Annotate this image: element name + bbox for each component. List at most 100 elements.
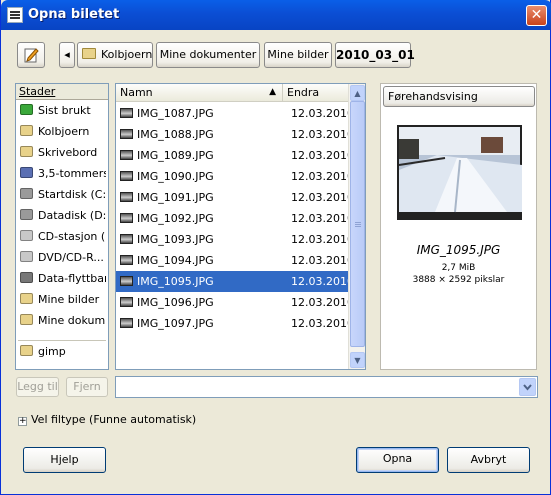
file-date: 12.03.2010 — [291, 254, 354, 267]
sidebar-item-sist-brukt[interactable]: Sist brukt — [20, 101, 106, 121]
image-thumbnail-icon — [120, 213, 133, 223]
file-date: 12.03.2010 — [291, 170, 354, 183]
cancel-button[interactable]: Avbryt — [447, 447, 530, 473]
path-button-mine-dokumenter[interactable]: Mine dokumenter — [156, 42, 260, 68]
sidebar-item-startdisk-c[interactable]: Startdisk (C:) — [20, 185, 106, 205]
sidebar-item-skrivebord[interactable]: Skrivebord — [20, 143, 106, 163]
expand-plus-icon: + — [18, 416, 27, 426]
back-arrow-icon: ◂ — [64, 48, 70, 61]
file-date: 12.03.2010 — [291, 149, 354, 162]
sidebar-item-3-5-tommers[interactable]: 3,5-tommers ... — [20, 164, 106, 184]
table-row[interactable]: IMG_1097.JPG 12.03.2010 — [116, 313, 354, 334]
preview-filesize: 2,7 MiB — [441, 263, 476, 273]
sort-ascending-icon: ▲ — [269, 87, 276, 97]
file-name: IMG_1093.JPG — [137, 233, 214, 246]
path-button-mine-bilder[interactable]: Mine bilder — [264, 42, 332, 68]
preview-toggle-button[interactable]: Førehandsvising — [383, 86, 535, 107]
folder-icon — [20, 293, 33, 304]
table-row-selected[interactable]: IMG_1095.JPG 12.03.2010 — [116, 271, 354, 292]
sidebar-item-mine-bilder[interactable]: Mine bilder — [20, 290, 106, 310]
column-header-name[interactable]: Namn ▲ — [116, 84, 283, 102]
file-list-scrollbar[interactable]: ▲ ▼ — [348, 84, 365, 369]
close-button[interactable]: ✕ — [526, 5, 547, 26]
chevron-down-icon — [523, 384, 532, 391]
folder-icon — [20, 125, 33, 136]
open-image-dialog: Opna biletet ✕ ◂ Kolbjoern Mine dokument… — [0, 0, 551, 495]
column-header-date[interactable]: Endra — [283, 84, 349, 102]
file-date: 12.03.2010 — [291, 233, 354, 246]
recent-icon — [20, 104, 33, 115]
floppy-icon — [20, 167, 33, 178]
bookmark-item-gimp[interactable]: gimp — [20, 342, 106, 362]
add-bookmark-button[interactable]: Legg til — [16, 377, 59, 397]
sidebar-item-dvd-cd-r[interactable]: DVD/CD-R... — [20, 248, 106, 268]
path-back-arrow[interactable]: ◂ — [59, 42, 75, 68]
image-thumbnail-icon — [120, 171, 133, 181]
image-thumbnail-icon — [120, 255, 133, 265]
image-thumbnail-icon — [120, 108, 133, 118]
combo-dropdown-button[interactable] — [519, 378, 536, 396]
cd-icon — [20, 230, 33, 241]
path-button-current-folder[interactable]: 2010_03_01 — [335, 42, 415, 68]
filetype-expander[interactable]: + Vel filtype (Funne automatisk) — [18, 413, 196, 427]
folder-icon — [20, 345, 33, 356]
file-date: 12.03.2010 — [291, 128, 354, 141]
image-thumbnail-icon — [120, 150, 133, 160]
image-thumbnail-icon — [120, 297, 133, 307]
harddisk-icon — [20, 188, 33, 199]
folder-icon — [20, 146, 33, 157]
places-header[interactable]: Stader — [16, 84, 108, 100]
image-thumbnail-icon — [120, 318, 133, 328]
table-row[interactable]: IMG_1087.JPG 12.03.2010 — [116, 103, 354, 124]
file-name: IMG_1087.JPG — [137, 107, 214, 120]
dialog-icon — [7, 7, 23, 23]
location-input[interactable] — [118, 378, 516, 396]
file-list: Namn ▲ Endra IMG_1087.JPG 12.03.2010 IMG_1… — [115, 83, 366, 370]
folder-icon — [20, 314, 33, 325]
places-separator — [18, 340, 106, 341]
file-name: IMG_1090.JPG — [137, 170, 214, 183]
file-name: IMG_1096.JPG — [137, 296, 214, 309]
file-date: 12.03.2010 — [291, 296, 354, 309]
file-name: IMG_1092.JPG — [137, 212, 214, 225]
table-row[interactable]: IMG_1089.JPG 12.03.2010 — [116, 145, 354, 166]
sidebar-item-kolbjoern[interactable]: Kolbjoern — [20, 122, 106, 142]
table-row[interactable]: IMG_1096.JPG 12.03.2010 — [116, 292, 354, 313]
preview-thumbnail — [397, 125, 522, 220]
file-date: 12.03.2010 — [291, 212, 354, 225]
sidebar-item-cd-stasjon[interactable]: CD-stasjon (... — [20, 227, 106, 247]
table-row[interactable]: IMG_1088.JPG 12.03.2010 — [116, 124, 354, 145]
file-date: 12.03.2010 — [291, 107, 354, 120]
title-bar[interactable]: Opna biletet ✕ — [1, 0, 551, 30]
type-location-button[interactable] — [17, 42, 45, 68]
help-button[interactable]: Hjelp — [23, 447, 106, 473]
scroll-down-icon[interactable]: ▼ — [350, 352, 365, 368]
sidebar-item-mine-dokum[interactable]: Mine dokum... — [20, 311, 106, 331]
location-combo[interactable] — [115, 376, 538, 398]
scroll-thumb[interactable] — [350, 101, 365, 347]
file-date: 12.03.2010 — [291, 191, 354, 204]
table-row[interactable]: IMG_1092.JPG 12.03.2010 — [116, 208, 354, 229]
remove-bookmark-button[interactable]: Fjern — [66, 377, 108, 397]
table-row[interactable]: IMG_1094.JPG 12.03.2010 — [116, 250, 354, 271]
file-date: 12.03.2010 — [291, 317, 354, 330]
file-name: IMG_1095.JPG — [137, 275, 214, 288]
preview-panel: Førehandsvising IMG_1095.JPG 2,7 MiB 388… — [380, 83, 537, 370]
table-row[interactable]: IMG_1090.JPG 12.03.2010 — [116, 166, 354, 187]
file-name: IMG_1091.JPG — [137, 191, 214, 204]
sidebar-item-data-flyttbar[interactable]: Data-flyttbar ... — [20, 269, 106, 289]
image-thumbnail-icon — [120, 129, 133, 139]
file-name: IMG_1097.JPG — [137, 317, 214, 330]
image-thumbnail-icon — [120, 234, 133, 244]
window-title: Opna biletet — [28, 7, 120, 22]
path-button-kolbjoern[interactable]: Kolbjoern — [77, 42, 153, 68]
table-row[interactable]: IMG_1091.JPG 12.03.2010 — [116, 187, 354, 208]
preview-dimensions: 3888 × 2592 pikslar — [412, 275, 505, 285]
file-date: 12.03.2010 — [291, 275, 354, 288]
scroll-grip-icon — [355, 222, 361, 223]
sidebar-item-datadisk-d[interactable]: Datadisk (D:) — [20, 206, 106, 226]
open-button[interactable]: Opna — [356, 447, 439, 473]
table-row[interactable]: IMG_1093.JPG 12.03.2010 — [116, 229, 354, 250]
scroll-up-icon[interactable]: ▲ — [350, 85, 365, 101]
image-thumbnail-icon — [120, 276, 133, 286]
